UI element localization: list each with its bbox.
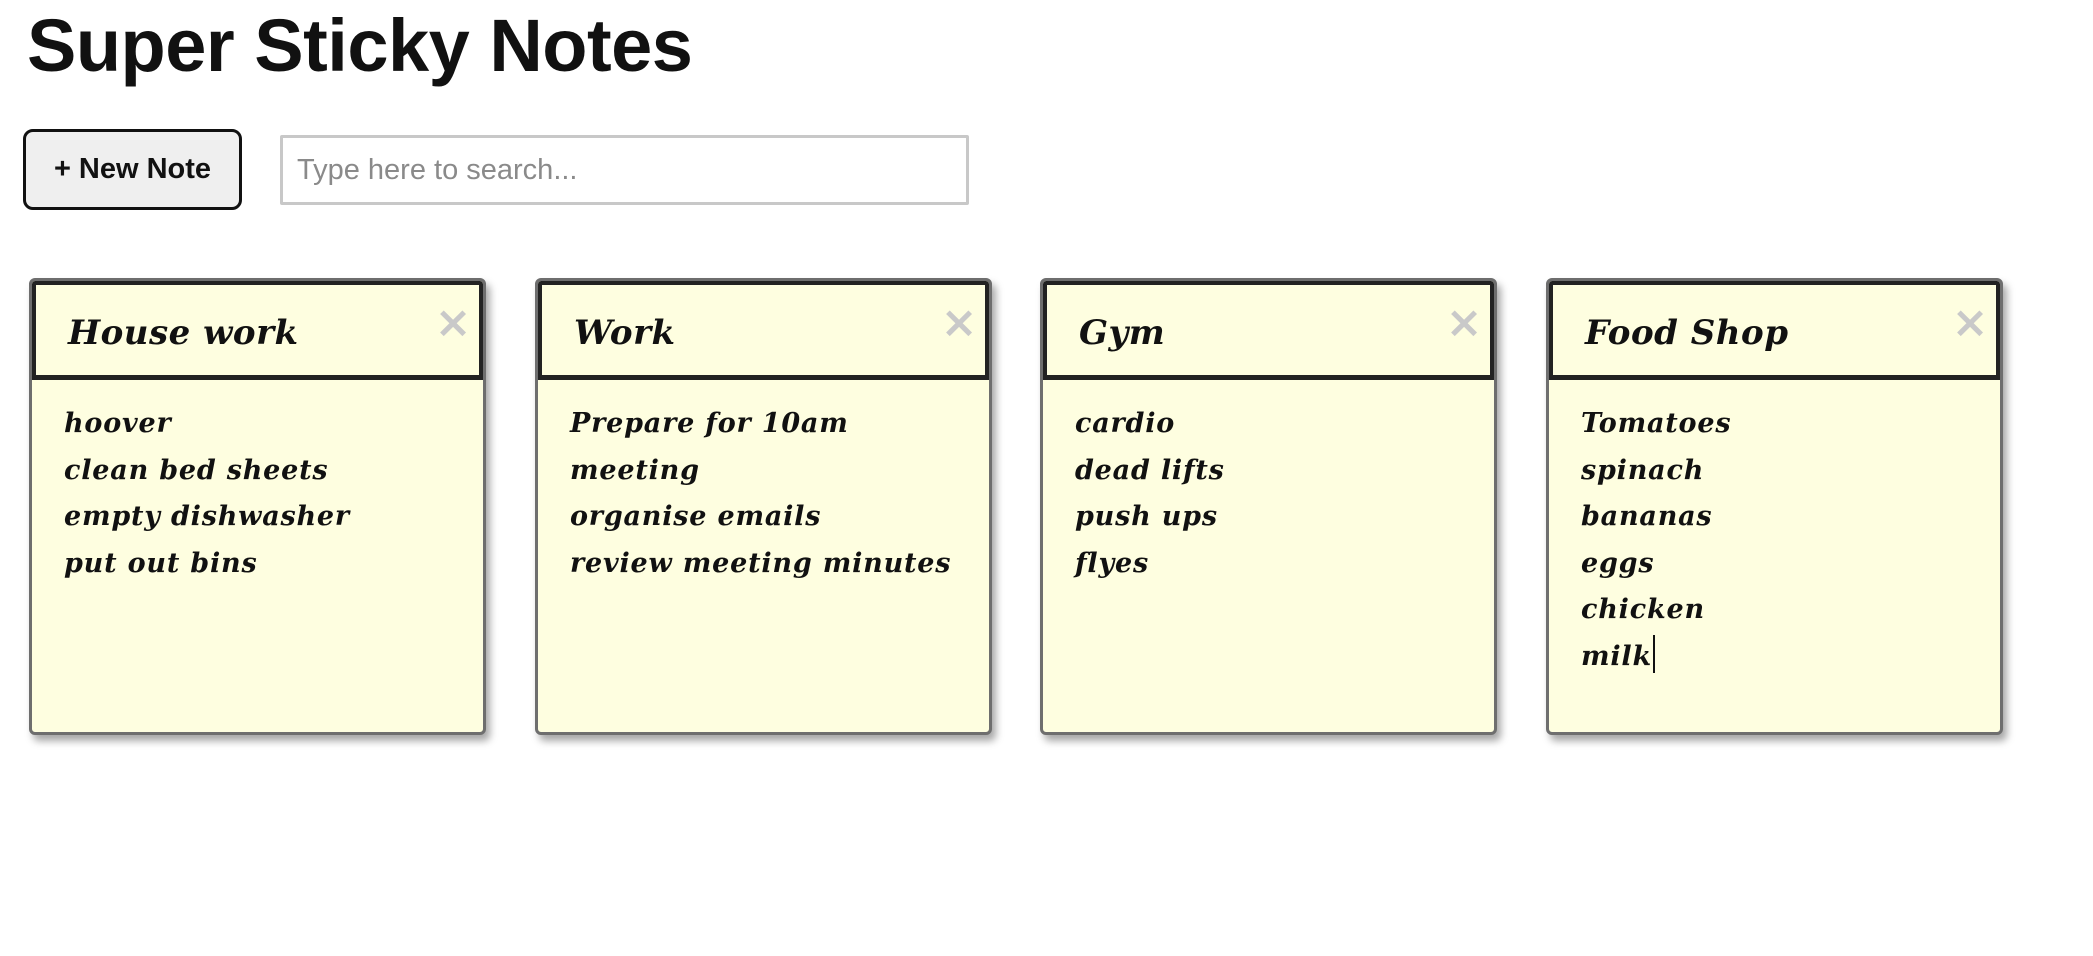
note-line: put out bins bbox=[64, 547, 258, 579]
note-header[interactable]: Work × bbox=[538, 281, 989, 380]
note-line: review meeting minutes bbox=[570, 547, 952, 579]
note-line-with-caret: milk bbox=[1581, 634, 1990, 681]
note-title[interactable]: Gym bbox=[1079, 311, 1165, 355]
note-line: empty dishwasher bbox=[64, 501, 350, 532]
note-line: dead lifts bbox=[1075, 454, 1225, 486]
note-line: spinach bbox=[1581, 454, 1705, 486]
note-title[interactable]: Work bbox=[574, 311, 676, 355]
sticky-note[interactable]: Work × Prepare for 10am meeting organise… bbox=[535, 278, 992, 735]
note-body[interactable]: cardio dead lifts push ups flyes bbox=[1075, 401, 1484, 587]
note-line-text: milk bbox=[1581, 640, 1652, 672]
note-line: meeting bbox=[570, 454, 700, 486]
note-header[interactable]: Food Shop × bbox=[1549, 281, 2000, 380]
sticky-note[interactable]: House work × hoover clean bed sheets emp… bbox=[29, 278, 486, 735]
new-note-button[interactable]: + New Note bbox=[23, 129, 242, 210]
note-body[interactable]: hoover clean bed sheets empty dishwasher… bbox=[64, 401, 473, 587]
close-icon[interactable]: × bbox=[939, 301, 979, 345]
note-line: chicken bbox=[1581, 594, 1705, 625]
sticky-note[interactable]: Food Shop × Tomatoes spinach bananas egg… bbox=[1546, 278, 2003, 735]
search-input[interactable] bbox=[280, 135, 969, 205]
note-title[interactable]: Food Shop bbox=[1585, 311, 1788, 355]
note-line: flyes bbox=[1075, 547, 1149, 579]
note-line: bananas bbox=[1581, 501, 1713, 532]
note-line: push ups bbox=[1075, 501, 1218, 532]
note-line: eggs bbox=[1581, 547, 1655, 579]
note-line: organise emails bbox=[570, 501, 822, 532]
note-line: clean bed sheets bbox=[64, 454, 329, 486]
note-line: Tomatoes bbox=[1581, 408, 1732, 439]
note-body[interactable]: Prepare for 10am meeting organise emails… bbox=[570, 401, 979, 587]
text-caret bbox=[1653, 634, 1655, 673]
close-icon[interactable]: × bbox=[433, 301, 473, 345]
close-icon[interactable]: × bbox=[1444, 301, 1484, 345]
note-header[interactable]: House work × bbox=[32, 281, 483, 380]
note-line: Prepare for 10am bbox=[570, 408, 849, 439]
note-line: hoover bbox=[64, 408, 172, 439]
note-line: cardio bbox=[1075, 408, 1176, 439]
close-icon[interactable]: × bbox=[1950, 301, 1990, 345]
sticky-note[interactable]: Gym × cardio dead lifts push ups flyes bbox=[1040, 278, 1497, 735]
note-title[interactable]: House work bbox=[68, 311, 299, 355]
app-title: Super Sticky Notes bbox=[27, 4, 693, 87]
note-body[interactable]: Tomatoes spinach bananas eggs chicken mi… bbox=[1581, 401, 1990, 680]
note-header[interactable]: Gym × bbox=[1043, 281, 1494, 380]
